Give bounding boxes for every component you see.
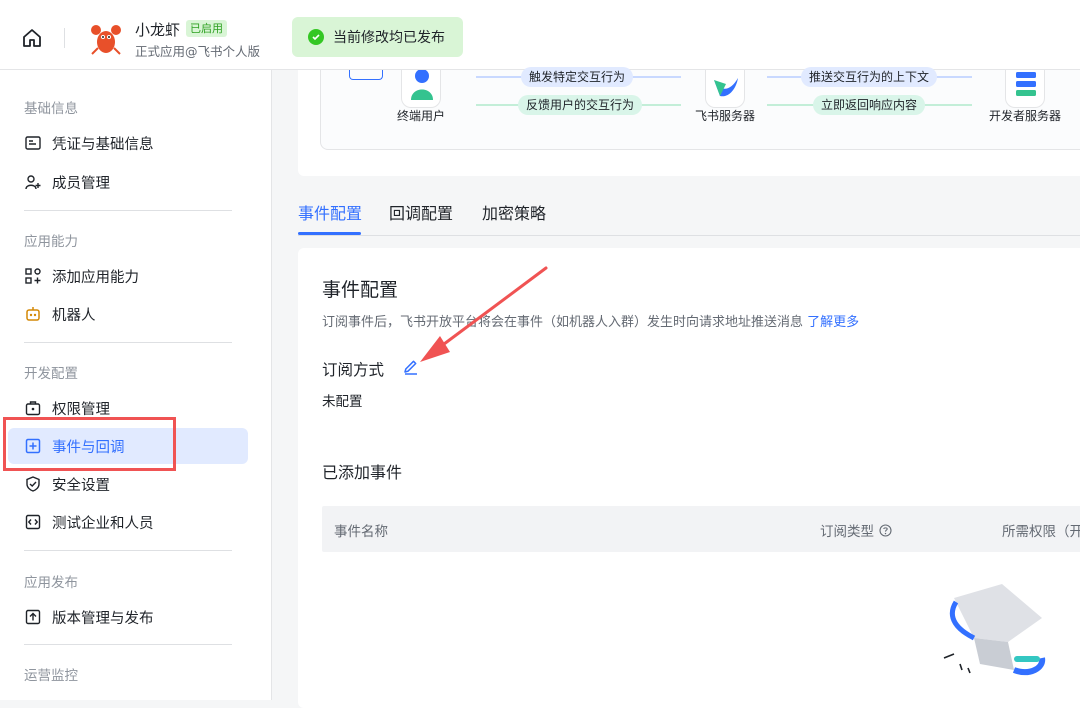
flow-label-respond: 立即返回响应内容 [813, 95, 926, 115]
sidebar-item-label: 版本管理与发布 [52, 610, 154, 627]
sidebar-item-label: 凭证与基础信息 [52, 136, 154, 153]
sidebar-item-bot[interactable]: 机器人 [8, 296, 248, 332]
grid-plus-icon [24, 267, 42, 285]
flow-label-feedback: 反馈用户的交互行为 [518, 95, 643, 115]
sidebar-divider [24, 644, 232, 645]
section-description: 订阅事件后，飞书开放平台将会在事件（如机器人入群）发生时向请求地址推送消息 了解… [322, 311, 859, 330]
sidebar-item-permissions[interactable]: 权限管理 [8, 390, 248, 426]
events-table-header: 事件名称 订阅类型 所需权限（开 [322, 506, 1080, 552]
subscribe-method-value: 未配置 [322, 394, 363, 410]
subscribe-method-label: 订阅方式 [322, 361, 385, 379]
column-header-event-name: 事件名称 [334, 524, 388, 540]
tab-event-config[interactable]: 事件配置 [298, 200, 362, 224]
sidebar-divider [24, 210, 232, 211]
column-header-label: 订阅类型 [820, 524, 874, 540]
sidebar-item-label: 测试企业和人员 [52, 515, 154, 532]
success-toast: 当前修改均已发布 [292, 17, 463, 57]
user-icon [401, 69, 441, 108]
flow-node-feishu-server: 飞书服务器 [694, 109, 755, 123]
robot-icon [24, 305, 42, 323]
tab-bar: 事件配置 回调配置 加密策略 [298, 190, 1080, 236]
sidebar-item-credentials[interactable]: 凭证与基础信息 [8, 125, 248, 161]
sidebar-item-label: 成员管理 [52, 175, 110, 192]
code-box-icon [24, 513, 42, 531]
lock-box-icon [24, 399, 42, 417]
feishu-server-icon [705, 70, 745, 108]
app-subtitle: 正式应用@飞书个人版 [135, 44, 261, 59]
app-avatar [86, 18, 126, 58]
active-tab-indicator [298, 232, 361, 235]
sidebar-group-title: 应用能力 [24, 234, 78, 250]
divider [64, 28, 65, 48]
app-name: 小龙虾 [135, 21, 181, 39]
status-badge: 已启用 [186, 20, 227, 37]
flow-node-developer-server: 开发者服务器 [988, 109, 1061, 123]
tab-encryption[interactable]: 加密策略 [482, 200, 546, 224]
flow-label-trigger: 触发特定交互行为 [521, 67, 634, 87]
sidebar-item-label: 权限管理 [52, 401, 110, 418]
sidebar-group-title: 基础信息 [24, 101, 78, 117]
sidebar-item-test-tenant[interactable]: 测试企业和人员 [8, 504, 248, 540]
sidebar-divider [24, 342, 232, 343]
empty-state-illustration [934, 578, 1054, 698]
sidebar-group-title: 开发配置 [24, 366, 78, 382]
sidebar-item-label: 安全设置 [52, 477, 110, 494]
edit-icon[interactable] [402, 358, 420, 376]
sidebar-item-events-callbacks[interactable]: 事件与回调 [8, 428, 248, 464]
sidebar-item-security[interactable]: 安全设置 [8, 466, 248, 502]
event-config-card: 事件配置 订阅事件后，飞书开放平台将会在事件（如机器人入群）发生时向请求地址推送… [298, 248, 1080, 708]
flow-diagram-card: 终端用户 触发特定交互行为 反馈用户的交互行为 飞书服务器 推送交互行为的上下文… [298, 67, 1080, 176]
description-text: 订阅事件后，飞书开放平台将会在事件（如机器人入群）发生时向请求地址推送消息 [322, 315, 804, 330]
upload-box-icon [24, 608, 42, 626]
column-header-subscription-type: 订阅类型 [820, 520, 892, 540]
check-circle-icon [308, 29, 324, 45]
tab-callback-config[interactable]: 回调配置 [389, 200, 453, 224]
id-card-icon [24, 134, 42, 152]
sidebar-item-add-capability[interactable]: 添加应用能力 [8, 258, 248, 294]
flow-label-push: 推送交互行为的上下文 [801, 67, 938, 87]
learn-more-link[interactable]: 了解更多 [807, 315, 859, 330]
section-title: 事件配置 [322, 279, 399, 301]
toast-message: 当前修改均已发布 [333, 30, 445, 46]
flow-diagram: 终端用户 触发特定交互行为 反馈用户的交互行为 飞书服务器 推送交互行为的上下文… [320, 67, 1080, 150]
event-plus-icon [24, 437, 42, 455]
sidebar-item-members[interactable]: 成员管理 [8, 164, 248, 200]
sidebar: 基础信息 凭证与基础信息 成员管理 应用能力 添加应用能力 机器人 开发配置 权… [0, 70, 272, 700]
flow-tag [349, 70, 383, 80]
sidebar-group-title: 应用发布 [24, 575, 78, 591]
added-events-title: 已添加事件 [322, 463, 403, 482]
column-header-permissions: 所需权限（开 [1002, 524, 1080, 540]
home-icon[interactable] [20, 26, 44, 50]
add-user-icon [24, 173, 42, 191]
sidebar-item-label: 机器人 [52, 307, 96, 324]
shield-check-icon [24, 475, 42, 493]
sidebar-item-label: 事件与回调 [52, 439, 125, 456]
developer-server-icon [1005, 70, 1045, 108]
top-bar: 小龙虾 已启用 正式应用@飞书个人版 当前修改均已发布 [0, 0, 1080, 70]
sidebar-item-label: 添加应用能力 [52, 269, 139, 286]
sidebar-item-versions[interactable]: 版本管理与发布 [8, 599, 248, 635]
help-circle-icon[interactable] [879, 523, 892, 537]
sidebar-divider [24, 550, 232, 551]
flow-node-user: 终端用户 [396, 109, 445, 123]
sidebar-group-title: 运营监控 [24, 668, 78, 684]
